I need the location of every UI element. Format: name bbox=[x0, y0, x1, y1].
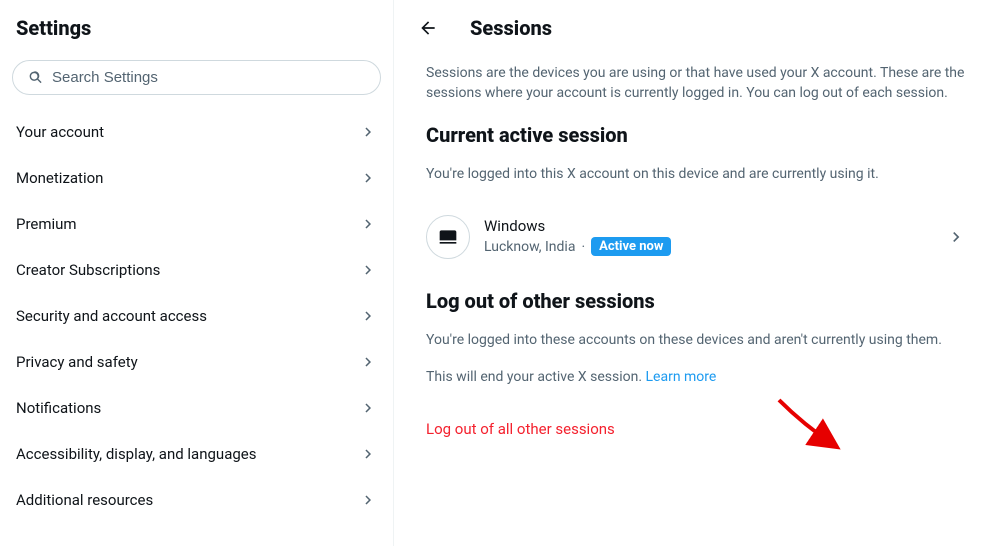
search-box[interactable] bbox=[12, 60, 381, 95]
device-icon-wrap bbox=[426, 215, 470, 259]
separator: · bbox=[581, 239, 585, 255]
chevron-right-icon bbox=[359, 123, 377, 141]
sidebar-item-creator-subs[interactable]: Creator Subscriptions bbox=[0, 247, 393, 293]
sidebar-item-label: Additional resources bbox=[16, 491, 153, 509]
sidebar-item-label: Notifications bbox=[16, 399, 101, 417]
sidebar-item-label: Creator Subscriptions bbox=[16, 261, 160, 279]
main-content: Sessions Sessions are the devices you ar… bbox=[394, 0, 982, 546]
page-body: Sessions are the devices you are using o… bbox=[394, 64, 982, 452]
search-icon bbox=[27, 69, 44, 86]
settings-sidebar: Settings Your account Monetization Premi… bbox=[0, 0, 394, 546]
sidebar-item-security[interactable]: Security and account access bbox=[0, 293, 393, 339]
chevron-right-icon bbox=[359, 215, 377, 233]
session-row[interactable]: Windows Lucknow, India · Active now bbox=[426, 203, 966, 271]
page-header: Sessions bbox=[394, 0, 982, 54]
end-session-line: This will end your active X session. Lea… bbox=[426, 368, 966, 388]
sidebar-item-label: Security and account access bbox=[16, 307, 207, 325]
sidebar-item-premium[interactable]: Premium bbox=[0, 201, 393, 247]
active-badge: Active now bbox=[591, 237, 671, 256]
search-wrap bbox=[0, 60, 393, 109]
current-session-desc: You're logged into this X account on thi… bbox=[426, 165, 966, 185]
sidebar-item-additional[interactable]: Additional resources bbox=[0, 477, 393, 523]
search-input[interactable] bbox=[52, 69, 366, 86]
session-text: Windows Lucknow, India · Active now bbox=[484, 217, 946, 256]
chevron-right-icon bbox=[359, 491, 377, 509]
chevron-right-icon bbox=[359, 169, 377, 187]
back-button[interactable] bbox=[410, 10, 446, 46]
current-session-heading: Current active session bbox=[426, 123, 966, 147]
arrow-left-icon bbox=[418, 18, 438, 38]
sidebar-item-label: Your account bbox=[16, 123, 104, 141]
chevron-right-icon bbox=[946, 227, 966, 247]
logout-all-button[interactable]: Log out of all other sessions bbox=[426, 406, 966, 452]
chevron-right-icon bbox=[359, 261, 377, 279]
end-session-text: This will end your active X session. bbox=[426, 369, 646, 385]
other-sessions-desc: You're logged into these accounts on the… bbox=[426, 331, 966, 351]
sidebar-item-label: Accessibility, display, and languages bbox=[16, 445, 256, 463]
page-title: Sessions bbox=[470, 16, 552, 40]
sidebar-item-label: Premium bbox=[16, 215, 77, 233]
session-os: Windows bbox=[484, 217, 946, 235]
sidebar-item-label: Monetization bbox=[16, 169, 103, 187]
chevron-right-icon bbox=[359, 445, 377, 463]
session-location-line: Lucknow, India · Active now bbox=[484, 237, 946, 256]
sidebar-item-your-account[interactable]: Your account bbox=[0, 109, 393, 155]
laptop-icon bbox=[438, 227, 458, 247]
chevron-right-icon bbox=[359, 353, 377, 371]
session-location: Lucknow, India bbox=[484, 239, 575, 255]
settings-title: Settings bbox=[0, 8, 393, 60]
sidebar-item-label: Privacy and safety bbox=[16, 353, 138, 371]
chevron-right-icon bbox=[359, 307, 377, 325]
other-sessions-heading: Log out of other sessions bbox=[426, 289, 966, 313]
sidebar-item-accessibility[interactable]: Accessibility, display, and languages bbox=[0, 431, 393, 477]
learn-more-link[interactable]: Learn more bbox=[646, 369, 717, 385]
sidebar-item-privacy[interactable]: Privacy and safety bbox=[0, 339, 393, 385]
chevron-right-icon bbox=[359, 399, 377, 417]
sidebar-item-notifications[interactable]: Notifications bbox=[0, 385, 393, 431]
sidebar-item-monetization[interactable]: Monetization bbox=[0, 155, 393, 201]
page-description: Sessions are the devices you are using o… bbox=[426, 64, 966, 103]
nav-list: Your account Monetization Premium Creato… bbox=[0, 109, 393, 523]
